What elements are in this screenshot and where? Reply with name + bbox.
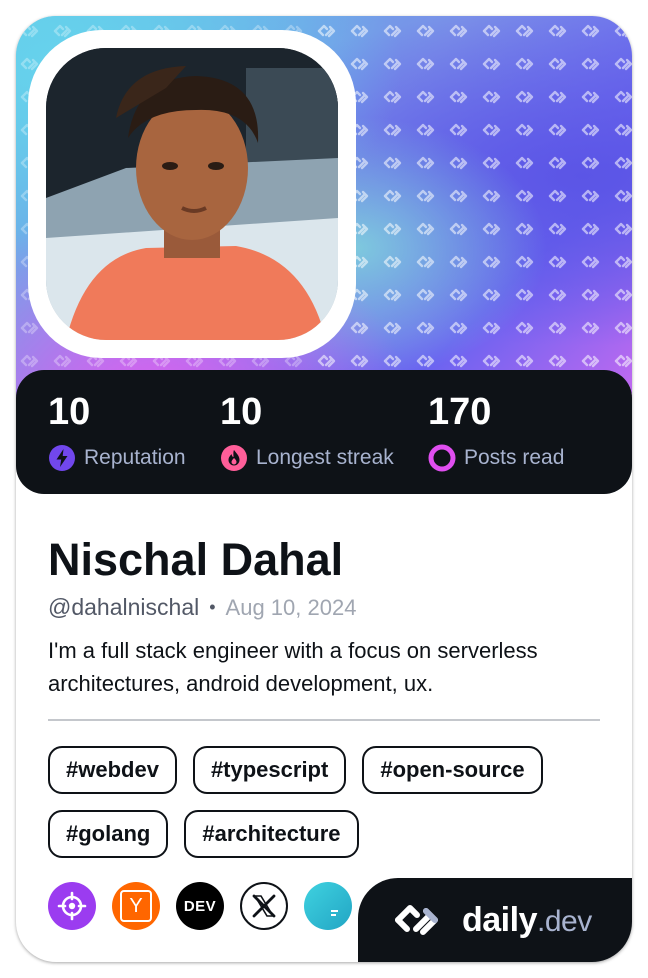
posts-value: 170: [428, 391, 492, 433]
x-twitter-icon[interactable]: [240, 882, 288, 930]
blog-icon[interactable]: [304, 882, 352, 930]
tag-chip[interactable]: #typescript: [192, 746, 347, 794]
devto-icon[interactable]: DEV: [176, 882, 224, 930]
profile-handle[interactable]: @dahalnischal: [48, 594, 199, 621]
tag-list: #webdev #typescript #open-source #golang…: [48, 746, 608, 858]
posts-label: Posts read: [464, 446, 565, 469]
stat-reputation: 10 Reputation: [48, 390, 186, 472]
tag-chip[interactable]: #architecture: [184, 810, 359, 858]
brand-suffix: .dev: [536, 904, 592, 938]
divider: [48, 719, 600, 721]
profile-card: 10 Reputation 10 Longest streak 170 Post…: [16, 16, 632, 962]
ring-icon: [428, 444, 456, 472]
stat-posts-read: 170 Posts read: [428, 390, 564, 472]
stats-bar: 10 Reputation 10 Longest streak 170 Post…: [16, 370, 632, 494]
reputation-value: 10: [48, 391, 91, 433]
stat-longest-streak: 10 Longest streak: [220, 390, 394, 472]
avatar[interactable]: [46, 48, 338, 340]
reputation-label: Reputation: [84, 446, 186, 469]
crosshair-icon[interactable]: [48, 882, 96, 930]
handle-row: @dahalnischal • Aug 10, 2024: [48, 594, 356, 621]
tag-chip[interactable]: #open-source: [362, 746, 543, 794]
social-links: Y DEV: [48, 882, 352, 930]
avatar-frame: [28, 30, 356, 358]
tag-chip[interactable]: #golang: [48, 810, 169, 858]
streak-value: 10: [220, 391, 263, 433]
brand-name: daily: [462, 900, 537, 939]
profile-bio: I'm a full stack engineer with a focus o…: [48, 638, 538, 696]
bolt-icon: [49, 445, 75, 471]
streak-label: Longest streak: [256, 446, 394, 469]
daily-dev-logo-icon: [395, 905, 438, 935]
brand-wordmark: daily.dev: [462, 901, 592, 940]
tag-chip[interactable]: #webdev: [48, 746, 177, 794]
brand-footer: daily.dev: [358, 878, 632, 962]
separator-dot: •: [209, 597, 216, 617]
hackernews-icon[interactable]: Y: [112, 882, 160, 930]
joined-date: Aug 10, 2024: [225, 594, 357, 620]
hackernews-letter: Y: [129, 894, 143, 917]
flame-icon: [221, 445, 247, 471]
profile-name: Nischal Dahal: [48, 534, 344, 585]
devto-text: DEV: [183, 897, 217, 915]
avatar-portrait: [46, 48, 338, 340]
